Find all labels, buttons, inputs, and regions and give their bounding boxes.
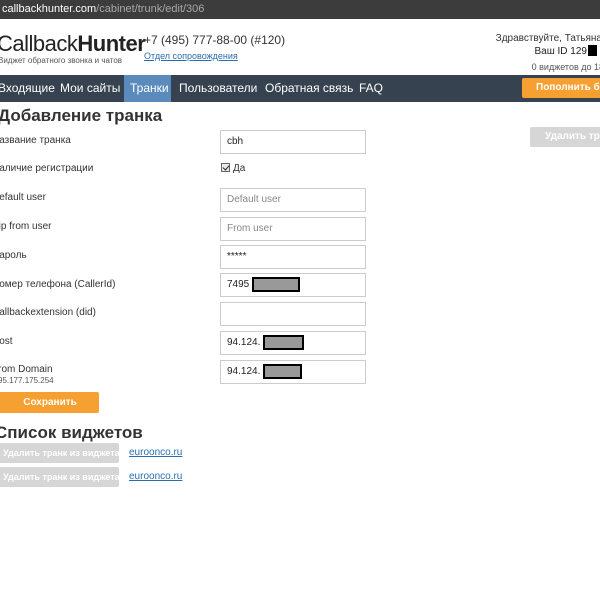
nav-item-users[interactable]: Пользователи	[179, 75, 259, 102]
callback-extension-input[interactable]	[220, 302, 366, 326]
save-button[interactable]: Сохранить	[0, 392, 99, 413]
trunk-name-input[interactable]: cbh	[220, 130, 366, 154]
default-user-input[interactable]: Default user	[220, 188, 366, 212]
user-id: Ваш ID 129	[534, 45, 597, 57]
registration-checkbox-wrap[interactable]: Да	[221, 163, 245, 174]
host-value: 94.124.	[227, 337, 261, 348]
logo[interactable]: CallbackHunter	[0, 31, 146, 57]
host-label: Host	[0, 336, 13, 347]
from-user-label: Sip from user	[0, 221, 52, 232]
user-greeting: Здравствуйте, Татьяна	[495, 33, 600, 44]
remove-trunk-from-widget-button[interactable]: Удалить транк из виджета	[0, 443, 120, 463]
logo-tagline: Виджет обратного звонка и чатов	[0, 56, 123, 65]
default-user-label: Default user	[0, 192, 46, 203]
logo-text-bold: Hunter	[77, 31, 146, 56]
url-path: /cabinet/trunk/edit/306	[96, 3, 205, 15]
url-host: callbackhunter.com	[2, 3, 97, 15]
widget-site-link[interactable]: eurooncо.ru	[129, 447, 182, 458]
nav-item-feedback[interactable]: Обратная связь	[265, 75, 355, 102]
nav-item-trunks[interactable]: Транки	[124, 75, 171, 102]
main-nav: Входящие Мои сайты Транки Пользователи О…	[0, 75, 600, 102]
nav-item-my-sites[interactable]: Мои сайты	[60, 75, 120, 102]
widgets-count: 0 виджетов до 18	[531, 62, 600, 72]
user-id-text: Ваш ID 129	[534, 46, 588, 57]
registration-checkbox[interactable]	[221, 163, 230, 172]
support-phone: +7 (495) 777-88-00 (#120)	[144, 33, 286, 47]
nav-item-faq[interactable]: FAQ	[359, 75, 389, 102]
caller-id-label: Номер телефона (CallerId)	[0, 279, 116, 290]
page-title: Добавление транка	[0, 106, 163, 125]
site-header: CallbackHunter Виджет обратного звонка и…	[0, 19, 600, 75]
redacted-block	[252, 276, 301, 292]
logo-text-light: Callback	[0, 31, 78, 56]
widgets-list-title: Список виджетов	[0, 423, 143, 442]
redacted-block	[263, 363, 303, 379]
password-input[interactable]: *****	[220, 245, 366, 269]
password-label: Пароль	[0, 250, 27, 261]
from-domain-input[interactable]: 94.124.	[220, 360, 366, 384]
nav-item-incoming[interactable]: Входящие	[0, 75, 55, 102]
from-domain-hint: 95.177.175.254	[0, 376, 54, 385]
host-input[interactable]: 94.124.	[220, 331, 366, 355]
widget-site-link[interactable]: eurooncо.ru	[129, 471, 182, 482]
registration-checkbox-label: Да	[233, 163, 246, 174]
topup-balance-button[interactable]: Пополнить баланс	[522, 78, 600, 98]
caller-id-value: 7495	[227, 279, 250, 290]
callback-extension-label: Callbackextension (did)	[0, 307, 96, 318]
browser-address-bar[interactable]: callbackhunter.com/cabinet/trunk/edit/30…	[0, 0, 600, 19]
registration-label: Наличие регистрации	[0, 163, 94, 174]
redacted-block	[263, 334, 305, 350]
remove-trunk-from-widget-button[interactable]: Удалить транк из виджета	[0, 467, 120, 487]
caller-id-input[interactable]: 7495	[220, 273, 366, 297]
redacted-block	[588, 45, 597, 56]
from-domain-label: From Domain	[0, 364, 53, 375]
trunk-name-label: Название транка	[0, 135, 71, 146]
delete-trunk-button[interactable]: Удалить транк	[530, 127, 600, 147]
support-department-link[interactable]: Отдел сопровождения	[144, 51, 238, 61]
from-domain-value: 94.124.	[227, 366, 261, 377]
from-user-input[interactable]: From user	[220, 217, 366, 241]
